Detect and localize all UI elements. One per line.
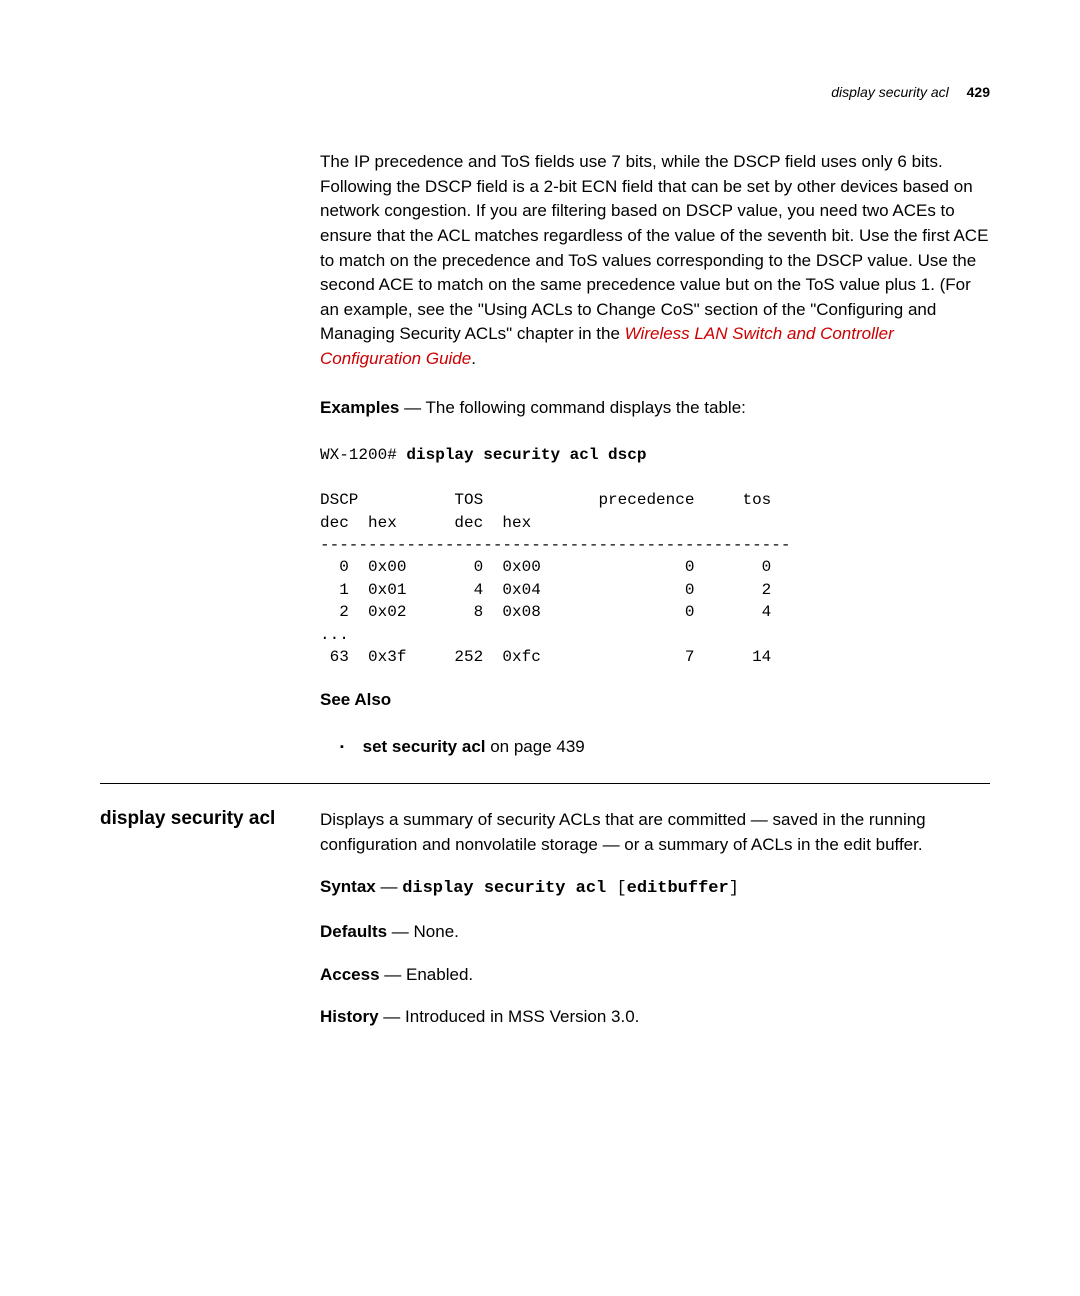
console-command: display security acl dscp (406, 446, 646, 464)
syntax-rbracket: ] (729, 879, 739, 898)
see-also-item: set security acl on page 439 (340, 737, 990, 757)
section-summary: Displays a summary of security ACLs that… (320, 808, 990, 857)
see-also-link[interactable]: set security acl (363, 737, 486, 756)
running-title: display security acl (831, 84, 949, 100)
section-title: display security acl (100, 808, 300, 1048)
access-line: Access — Enabled. (320, 963, 990, 988)
console-table: DSCP TOS precedence tos dec hex dec hex … (320, 491, 790, 666)
history-line: History — Introduced in MSS Version 3.0. (320, 1005, 990, 1030)
defaults-label: Defaults (320, 922, 387, 941)
see-also-heading: See Also (320, 688, 990, 713)
intro-text: The IP precedence and ToS fields use 7 b… (320, 152, 988, 343)
examples-line: Examples — The following command display… (320, 396, 990, 421)
syntax-line: Syntax — display security acl [editbuffe… (320, 875, 990, 902)
access-label: Access (320, 965, 380, 984)
access-text: — Enabled. (380, 965, 474, 984)
syntax-optional: editbuffer (627, 879, 729, 898)
syntax-dash: — (376, 877, 402, 896)
console-block: WX-1200# display security acl dscp DSCP … (320, 444, 990, 668)
syntax-command: display security acl (402, 879, 616, 898)
syntax-label: Syntax (320, 877, 376, 896)
defaults-text: — None. (387, 922, 459, 941)
intro-paragraph: The IP precedence and ToS fields use 7 b… (320, 150, 990, 372)
syntax-lbracket: [ (616, 879, 626, 898)
running-header: display security acl 429 (831, 84, 990, 100)
examples-text: — The following command displays the tab… (399, 398, 745, 417)
section-row: display security acl Displays a summary … (100, 808, 990, 1048)
history-text: — Introduced in MSS Version 3.0. (379, 1007, 640, 1026)
page-number: 429 (967, 84, 990, 100)
console-prompt: WX-1200# (320, 446, 406, 464)
intro-period: . (471, 349, 476, 368)
see-also-page: on page 439 (486, 737, 585, 756)
section-body: Displays a summary of security ACLs that… (320, 808, 990, 1048)
page-content: The IP precedence and ToS fields use 7 b… (320, 150, 990, 757)
examples-label: Examples (320, 398, 399, 417)
history-label: History (320, 1007, 379, 1026)
section-divider (100, 783, 990, 784)
see-also-list: set security acl on page 439 (320, 737, 990, 757)
defaults-line: Defaults — None. (320, 920, 990, 945)
